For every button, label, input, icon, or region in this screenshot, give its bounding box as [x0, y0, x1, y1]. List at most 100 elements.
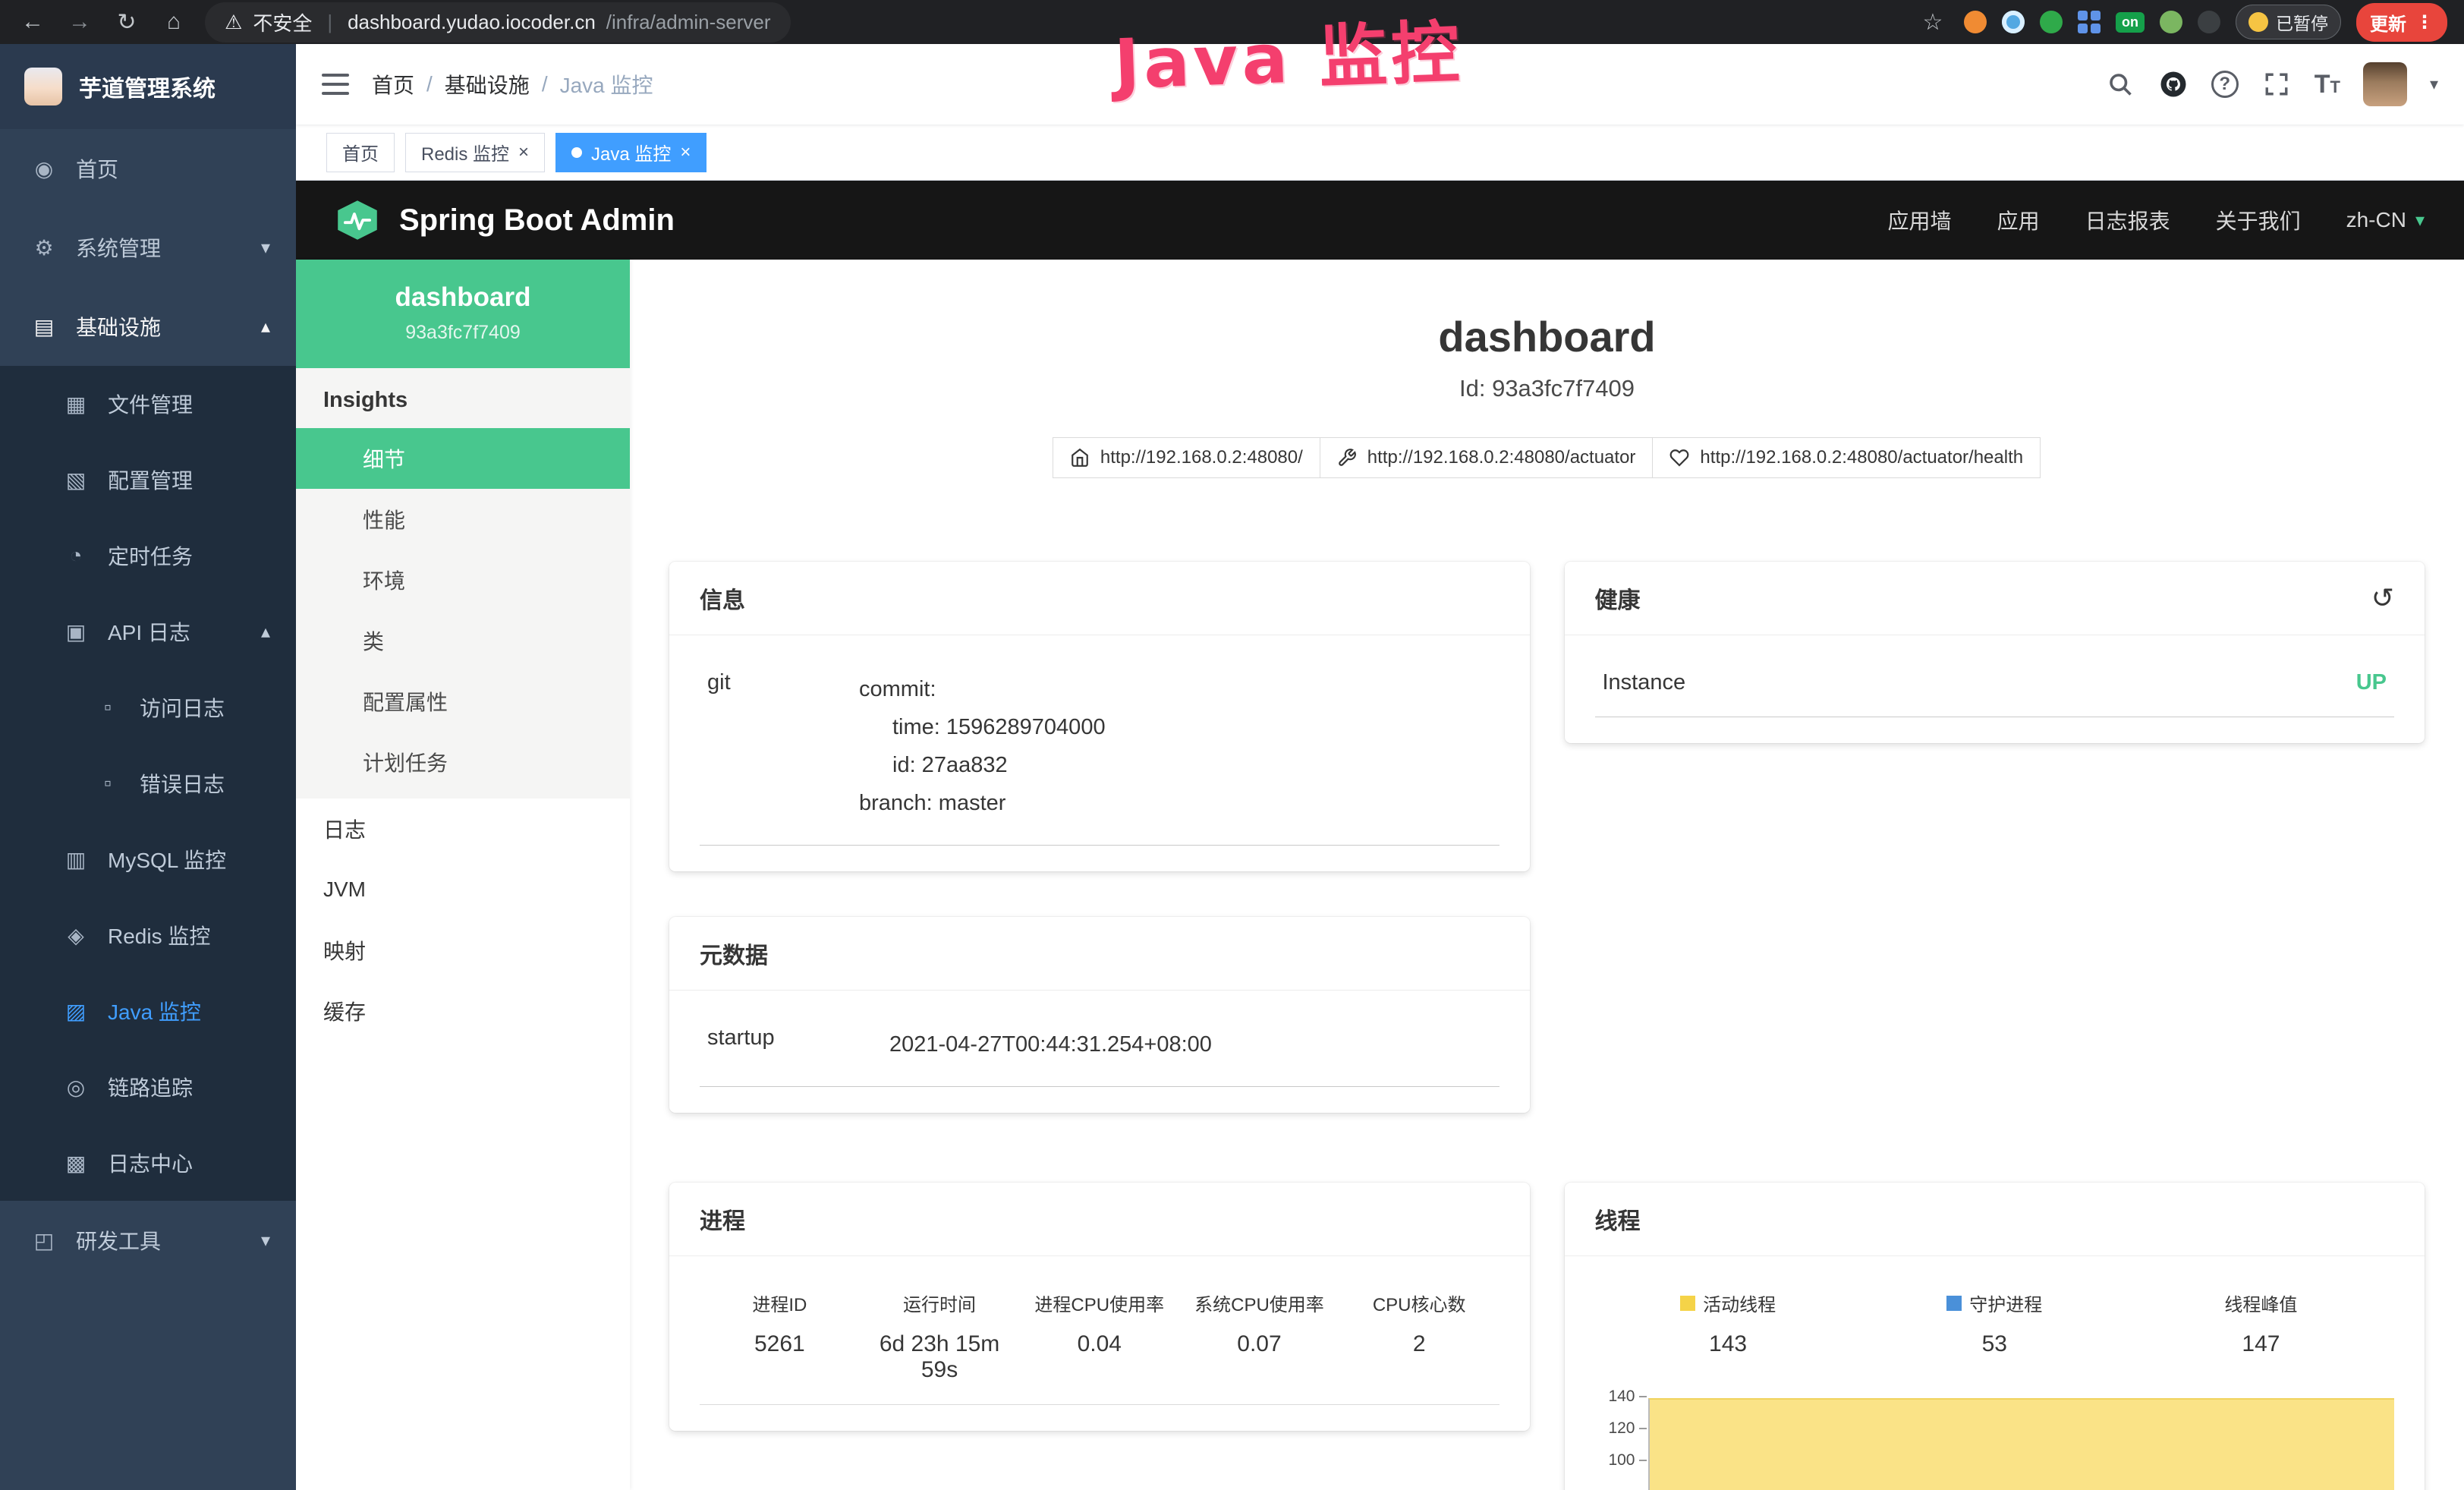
- extension-icon-orange[interactable]: [1964, 11, 1987, 33]
- live-threads-swatch: [1680, 1296, 1695, 1311]
- tab-java-monitor[interactable]: Java 监控 ×: [555, 133, 706, 172]
- legend-label: 活动线程: [1703, 1290, 1776, 1316]
- sidebar-item-config-management[interactable]: ▧ 配置管理: [0, 442, 296, 518]
- tab-label: Redis 监控: [421, 139, 509, 165]
- health-card: 健康 ↺ Instance UP: [1565, 562, 2425, 743]
- security-warning-label: 不安全: [253, 8, 312, 36]
- extension-icon-green[interactable]: [2040, 11, 2063, 33]
- api-log-icon: ▣: [62, 619, 90, 644]
- sba-nav-about[interactable]: 关于我们: [2216, 205, 2301, 235]
- y-tick-140: 140: [1608, 1388, 1646, 1406]
- sidebar-item-system-management[interactable]: ⚙ 系统管理 ▾: [0, 208, 296, 287]
- sba-sidebar: dashboard 93a3fc7f7409 Insights 细节 性能 环境…: [296, 260, 630, 1490]
- process-col-pid: 进程ID 5261: [700, 1290, 860, 1383]
- topbar-tools: ? TT ▾: [2105, 62, 2438, 106]
- threads-chart: 140 120 100: [1595, 1383, 2395, 1490]
- font-size-icon[interactable]: TT: [2315, 70, 2340, 99]
- sidebar-item-access-logs[interactable]: ▫ 访问日志: [0, 669, 296, 745]
- help-icon[interactable]: ?: [2211, 71, 2239, 98]
- git-commit-line: commit:: [859, 670, 1106, 708]
- browser-home-icon[interactable]: ⌂: [158, 9, 190, 35]
- sidebar-menu: ◉ 首页 ⚙ 系统管理 ▾ ▤ 基础设施 ▴ ▦ 文件管理: [0, 129, 296, 1280]
- locale-select[interactable]: zh-CN ▾: [2346, 208, 2425, 232]
- gear-icon: ⚙: [30, 235, 58, 260]
- security-warning-icon[interactable]: ⚠: [225, 11, 242, 34]
- legend-value: 53: [1861, 1331, 2128, 1357]
- history-icon[interactable]: ↺: [2371, 582, 2394, 614]
- sba-item-classes[interactable]: 类: [296, 610, 630, 671]
- close-icon[interactable]: ×: [518, 142, 529, 163]
- extension-icon-leaf[interactable]: [2160, 11, 2182, 33]
- error-log-icon: ▫: [94, 771, 121, 795]
- sba-header: Spring Boot Admin 应用墙 应用 日志报表 关于我们 zh-CN…: [296, 181, 2464, 260]
- chevron-up-icon: ▴: [261, 621, 270, 643]
- sba-item-logs[interactable]: 日志: [296, 799, 630, 859]
- sba-item-environment[interactable]: 环境: [296, 550, 630, 610]
- info-card-title: 信息: [669, 562, 1530, 635]
- sba-item-performance[interactable]: 性能: [296, 489, 630, 550]
- sidebar-item-java-monitor[interactable]: ▨ Java 监控: [0, 973, 296, 1049]
- extension-grid-icon[interactable]: [2078, 11, 2101, 33]
- sidebar-item-mysql-monitor[interactable]: ▥ MySQL 监控: [0, 821, 296, 897]
- process-card-title: 进程: [669, 1183, 1530, 1256]
- sba-nav-applications[interactable]: 应用: [1997, 205, 2040, 235]
- update-button[interactable]: 更新 ⋮: [2356, 3, 2447, 42]
- user-avatar[interactable]: [2363, 62, 2407, 106]
- sidebar-item-label: 配置管理: [108, 465, 193, 495]
- extension-icon-blue[interactable]: [2002, 11, 2025, 33]
- sidebar-item-scheduled-tasks[interactable]: ◔ 定时任务: [0, 518, 296, 594]
- sidebar-item-error-logs[interactable]: ▫ 错误日志: [0, 745, 296, 821]
- redis-icon: ◈: [62, 923, 90, 948]
- sba-item-caches[interactable]: 缓存: [296, 981, 630, 1041]
- fullscreen-icon[interactable]: [2261, 69, 2292, 99]
- sidebar-item-link-tracing[interactable]: ◎ 链路追踪: [0, 1049, 296, 1125]
- reload-icon[interactable]: ↻: [111, 9, 143, 36]
- sba-item-scheduled-tasks[interactable]: 计划任务: [296, 732, 630, 792]
- app-logo[interactable]: 芋道管理系统: [0, 44, 296, 129]
- sidebar-item-file-management[interactable]: ▦ 文件管理: [0, 366, 296, 442]
- instance-id: 93a3fc7f7409: [304, 322, 622, 344]
- sba-nav-wallboard[interactable]: 应用墙: [1888, 205, 1952, 235]
- sidebar-item-infrastructure[interactable]: ▤ 基础设施 ▴: [0, 287, 296, 366]
- instance-header[interactable]: dashboard 93a3fc7f7409: [296, 260, 630, 368]
- back-icon[interactable]: ←: [17, 9, 49, 35]
- breadcrumb-infrastructure[interactable]: 基础设施: [445, 69, 530, 99]
- hamburger-icon[interactable]: [322, 74, 349, 95]
- legend-daemon-threads: 守护进程 53: [1861, 1290, 2128, 1357]
- breadcrumb: 首页 / 基础设施 / Java 监控: [372, 69, 653, 99]
- url-host: dashboard.yudao.iocoder.cn: [348, 11, 596, 34]
- startup-row: startup 2021-04-27T00:44:31.254+08:00: [700, 1013, 1499, 1087]
- user-menu-caret-icon[interactable]: ▾: [2430, 74, 2438, 94]
- sidebar-item-redis-monitor[interactable]: ◈ Redis 监控: [0, 897, 296, 973]
- close-icon[interactable]: ×: [680, 142, 691, 163]
- health-link[interactable]: http://192.168.0.2:48080/actuator/health: [1652, 437, 2041, 478]
- instance-home-link[interactable]: http://192.168.0.2:48080/: [1053, 437, 1320, 478]
- search-icon[interactable]: [2105, 69, 2135, 99]
- tab-home[interactable]: 首页: [326, 133, 395, 172]
- infrastructure-icon: ▤: [30, 314, 58, 339]
- sidebar-item-dev-tools[interactable]: ◰ 研发工具 ▾: [0, 1201, 296, 1280]
- sidebar-item-home[interactable]: ◉ 首页: [0, 129, 296, 208]
- sidebar-item-api-logs[interactable]: ▣ API 日志 ▴: [0, 594, 296, 669]
- sba-nav-journal[interactable]: 日志报表: [2085, 205, 2170, 235]
- sba-item-config-properties[interactable]: 配置属性: [296, 671, 630, 732]
- breadcrumb-home[interactable]: 首页: [372, 69, 414, 99]
- actuator-link[interactable]: http://192.168.0.2:48080/actuator: [1320, 437, 1654, 478]
- sidebar-item-log-center[interactable]: ▩ 日志中心: [0, 1125, 296, 1201]
- link-url: http://192.168.0.2:48080/actuator/health: [1700, 447, 2023, 468]
- sba-item-mappings[interactable]: 映射: [296, 920, 630, 981]
- github-icon[interactable]: [2158, 69, 2189, 99]
- sba-item-jvm[interactable]: JVM: [296, 859, 630, 920]
- y-tick-120: 120: [1608, 1419, 1646, 1438]
- address-bar[interactable]: ⚠ 不安全 | dashboard.yudao.iocoder.cn/infra…: [205, 2, 791, 43]
- bookmark-star-icon[interactable]: ☆: [1917, 9, 1949, 36]
- sidebar-item-label: 链路追踪: [108, 1072, 193, 1102]
- forward-icon[interactable]: →: [64, 9, 96, 35]
- profile-paused-badge[interactable]: 已暂停: [2236, 5, 2341, 39]
- col-value: 6d 23h 15m 59s: [860, 1331, 1020, 1383]
- extension-puzzle-icon[interactable]: [2198, 11, 2220, 33]
- extension-on-badge[interactable]: on: [2116, 12, 2145, 33]
- sba-item-details[interactable]: 细节: [296, 428, 630, 489]
- daemon-threads-swatch: [1946, 1296, 1962, 1311]
- tab-redis-monitor[interactable]: Redis 监控 ×: [405, 133, 545, 172]
